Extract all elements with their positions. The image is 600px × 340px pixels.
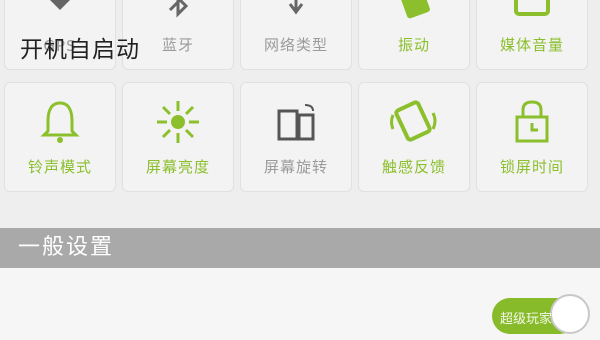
- rotate-icon: [241, 97, 351, 147]
- section-header-general: 一般设置: [0, 228, 600, 268]
- media-volume-icon: [477, 0, 587, 25]
- gps-icon: [5, 0, 115, 25]
- screen-rotate-tile[interactable]: 屏幕旋转: [240, 82, 352, 192]
- haptic-icon: [359, 97, 469, 147]
- tile-label: 屏幕旋转: [263, 158, 328, 176]
- bell-icon: [5, 97, 115, 147]
- lock-timeout-icon: [477, 97, 587, 147]
- autostart-label: 开机自启动: [20, 37, 140, 63]
- media-volume-tile[interactable]: 媒体音量: [476, 0, 588, 70]
- tile-label: 铃声模式: [27, 158, 92, 176]
- tile-label: 振动: [397, 36, 430, 54]
- vibrate-tile[interactable]: 振动: [358, 0, 470, 70]
- tile-label: 媒体音量: [499, 36, 564, 54]
- brightness-tile[interactable]: 屏幕亮度: [122, 82, 234, 192]
- bluetooth-icon: [123, 0, 233, 25]
- ringtone-mode-tile[interactable]: 铃声模式: [4, 82, 116, 192]
- network-type-icon: [241, 0, 351, 25]
- network-type-tile[interactable]: 网络类型: [240, 0, 352, 70]
- lock-timeout-tile[interactable]: 锁屏时间: [476, 82, 588, 192]
- brightness-icon: [123, 97, 233, 147]
- toggle-knob[interactable]: [550, 294, 590, 334]
- vibrate-icon: [359, 0, 469, 25]
- tile-label: 屏幕亮度: [145, 158, 210, 176]
- watermark: 超级玩家: [500, 312, 553, 327]
- haptic-feedback-tile[interactable]: 触感反馈: [358, 82, 470, 192]
- tile-label: 网络类型: [263, 36, 328, 54]
- tile-label: 锁屏时间: [499, 158, 564, 176]
- tile-label: 触感反馈: [381, 158, 446, 176]
